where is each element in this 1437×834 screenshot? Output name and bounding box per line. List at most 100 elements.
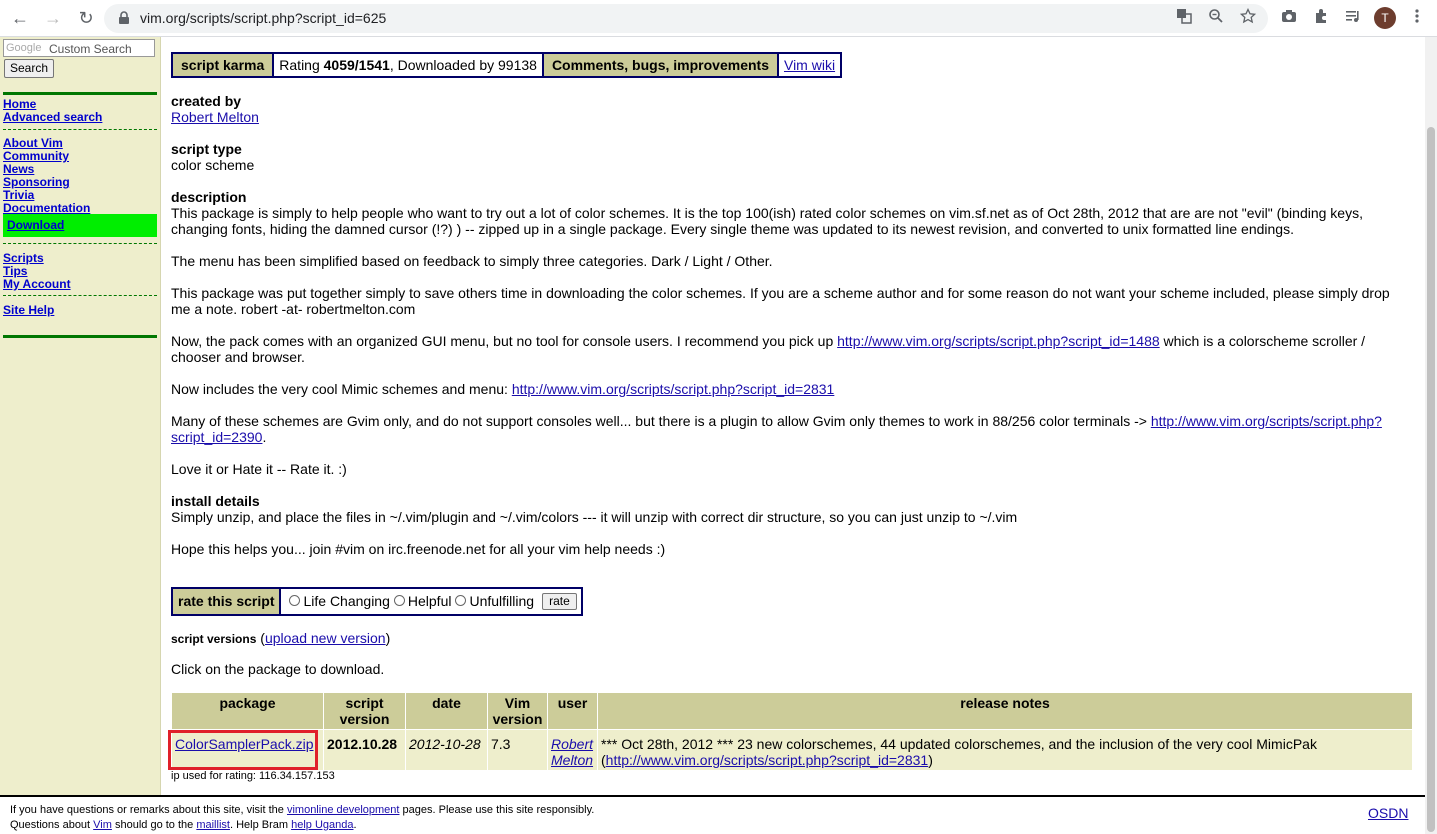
- description-p2: The menu has been simplified based on fe…: [171, 253, 773, 269]
- rate-options: Life Changing Helpful Unfulfilling rate: [281, 589, 580, 614]
- scrollbar[interactable]: [1425, 37, 1437, 834]
- install-p1: Simply unzip, and place the files in ~/.…: [171, 509, 1018, 525]
- rating-summary: Rating 4059/1541, Downloaded by 99138: [274, 54, 544, 76]
- star-icon[interactable]: [1238, 7, 1258, 28]
- script-versions-line: script versions (upload new version): [171, 630, 390, 646]
- zoom-icon[interactable]: [1206, 8, 1226, 28]
- profile-avatar[interactable]: T: [1374, 7, 1396, 29]
- footer-line2-post: .: [353, 819, 357, 831]
- maillist-link[interactable]: maillist: [196, 819, 230, 831]
- script-1488-link[interactable]: http://www.vim.org/scripts/script.php?sc…: [837, 333, 1160, 349]
- sidebar-item-my-account[interactable]: My Account: [3, 278, 71, 291]
- vim-version-cell: 7.3: [487, 729, 548, 771]
- osdn-link[interactable]: OSDN: [1368, 805, 1408, 821]
- media-icon[interactable]: [1343, 8, 1363, 28]
- date-cell: 2012-10-28: [405, 729, 488, 771]
- lock-icon[interactable]: [116, 10, 132, 26]
- url-text[interactable]: vim.org/scripts/script.php?script_id=625: [140, 10, 386, 26]
- table-row: ColorSamplerPack.zip 2012.10.28 2012-10-…: [171, 729, 1413, 771]
- camera-icon[interactable]: [1279, 8, 1299, 28]
- forward-icon[interactable]: →: [42, 7, 64, 29]
- sidebar-divider: [3, 92, 157, 95]
- menu-icon[interactable]: [1407, 8, 1427, 28]
- script-version-cell: 2012.10.28: [323, 729, 406, 771]
- created-by-title: created by: [171, 93, 242, 109]
- rate-label: rate this script: [173, 589, 282, 614]
- description-p1: This package is simply to help people wh…: [171, 205, 1363, 237]
- highlight-box: [168, 730, 318, 770]
- back-icon[interactable]: ←: [9, 7, 31, 29]
- scroll-thumb[interactable]: [1427, 127, 1435, 832]
- col-package: package: [171, 692, 324, 730]
- user-link[interactable]: Robert Melton: [551, 736, 593, 768]
- option-helpful[interactable]: Helpful: [408, 589, 452, 614]
- search-input[interactable]: Google Custom Search: [3, 39, 155, 57]
- open-paren: (: [256, 630, 265, 646]
- sidebar: Google Custom Search Search Home Advance…: [0, 37, 161, 795]
- click-instruction: Click on the package to download.: [171, 661, 385, 677]
- comments-label: Comments, bugs, improvements: [543, 54, 779, 76]
- footer-line-2: Questions about Vim should go to the mai…: [10, 818, 357, 832]
- p6-post-text: .: [262, 429, 267, 445]
- radio-helpful[interactable]: [393, 595, 405, 606]
- vimonline-development-link[interactable]: vimonline development: [287, 804, 400, 816]
- script-type-value: color scheme: [171, 157, 255, 173]
- description-p7: Love it or Hate it -- Rate it. :): [171, 461, 347, 477]
- col-vim-version: Vim version: [487, 692, 548, 730]
- sidebar-divider: [3, 129, 157, 130]
- description-p6: Many of these schemes are Gvim only, and…: [171, 413, 1411, 445]
- address-bar[interactable]: vim.org/scripts/script.php?script_id=625: [104, 4, 1268, 33]
- sidebar-divider: [3, 295, 157, 296]
- rating-value: 4059/1541: [323, 57, 390, 73]
- rate-script-form: rate this script Life Changing Helpful U…: [171, 587, 583, 616]
- vim-wiki-link[interactable]: Vim wiki: [784, 57, 835, 73]
- release-notes-cell: *** Oct 28th, 2012 *** 23 new colorschem…: [597, 729, 1413, 771]
- description-title: description: [171, 189, 247, 205]
- release-notes-close: ): [928, 752, 933, 768]
- karma-label: script karma: [173, 54, 275, 76]
- package-table: package script version date Vim version …: [171, 692, 1413, 771]
- sidebar-item-advanced-search[interactable]: Advanced search: [3, 111, 102, 124]
- footer-line1-text: If you have questions or remarks about t…: [10, 804, 287, 816]
- search-button[interactable]: Search: [4, 59, 55, 78]
- browser-toolbar: ← → ↻ vim.org/scripts/script.php?script_…: [0, 0, 1437, 37]
- rate-button[interactable]: rate: [542, 593, 577, 610]
- sidebar-item-site-help[interactable]: Site Help: [3, 304, 54, 317]
- vim-link[interactable]: Vim: [93, 819, 112, 831]
- script-2831-link[interactable]: http://www.vim.org/scripts/script.php?sc…: [512, 381, 835, 397]
- translate-icon[interactable]: [1174, 8, 1194, 28]
- script-type-title: script type: [171, 141, 242, 157]
- install-details-title: install details: [171, 493, 260, 509]
- col-user: user: [547, 692, 598, 730]
- sidebar-divider: [3, 243, 157, 244]
- downloads-text: , Downloaded by 99138: [389, 57, 537, 73]
- help-uganda-link[interactable]: help Uganda: [291, 819, 353, 831]
- footer-line2-mid1: should go to the: [111, 819, 197, 831]
- mimicpak-link[interactable]: http://www.vim.org/scripts/script.php?sc…: [606, 752, 929, 768]
- upload-new-version-link[interactable]: upload new version: [265, 630, 386, 646]
- option-unfulfilling[interactable]: Unfulfilling: [469, 589, 534, 614]
- footer-line-1: If you have questions or remarks about t…: [10, 803, 594, 817]
- col-date: date: [405, 692, 488, 730]
- p4-text: Now, the pack comes with an organized GU…: [171, 333, 838, 349]
- script-versions-label: script versions: [171, 632, 257, 646]
- user-cell: Robert Melton: [547, 729, 598, 771]
- extensions-icon[interactable]: [1311, 8, 1331, 28]
- radio-life-changing[interactable]: [289, 595, 301, 606]
- sidebar-item-download[interactable]: Download: [3, 214, 157, 237]
- footer-line1-post: pages. Please use this site responsibly.: [399, 804, 595, 816]
- rating-prefix: Rating: [279, 57, 324, 73]
- karma-bar: script karma Rating 4059/1541, Downloade…: [171, 52, 843, 78]
- footer-line2-mid2: . Help Bram: [229, 819, 292, 831]
- radio-unfulfilling[interactable]: [455, 595, 467, 606]
- sidebar-item-download-label[interactable]: Download: [7, 218, 64, 232]
- reload-icon[interactable]: ↻: [75, 7, 97, 29]
- table-header-row: package script version date Vim version …: [171, 692, 1413, 730]
- google-logo: Google: [6, 42, 42, 54]
- col-release-notes: release notes: [597, 692, 1413, 730]
- author-link[interactable]: Robert Melton: [171, 109, 259, 125]
- p6-text: Many of these schemes are Gvim only, and…: [171, 413, 1151, 429]
- search-placeholder: Custom Search: [49, 42, 132, 56]
- description-p4: Now, the pack comes with an organized GU…: [171, 333, 1411, 365]
- option-life-changing[interactable]: Life Changing: [303, 589, 389, 614]
